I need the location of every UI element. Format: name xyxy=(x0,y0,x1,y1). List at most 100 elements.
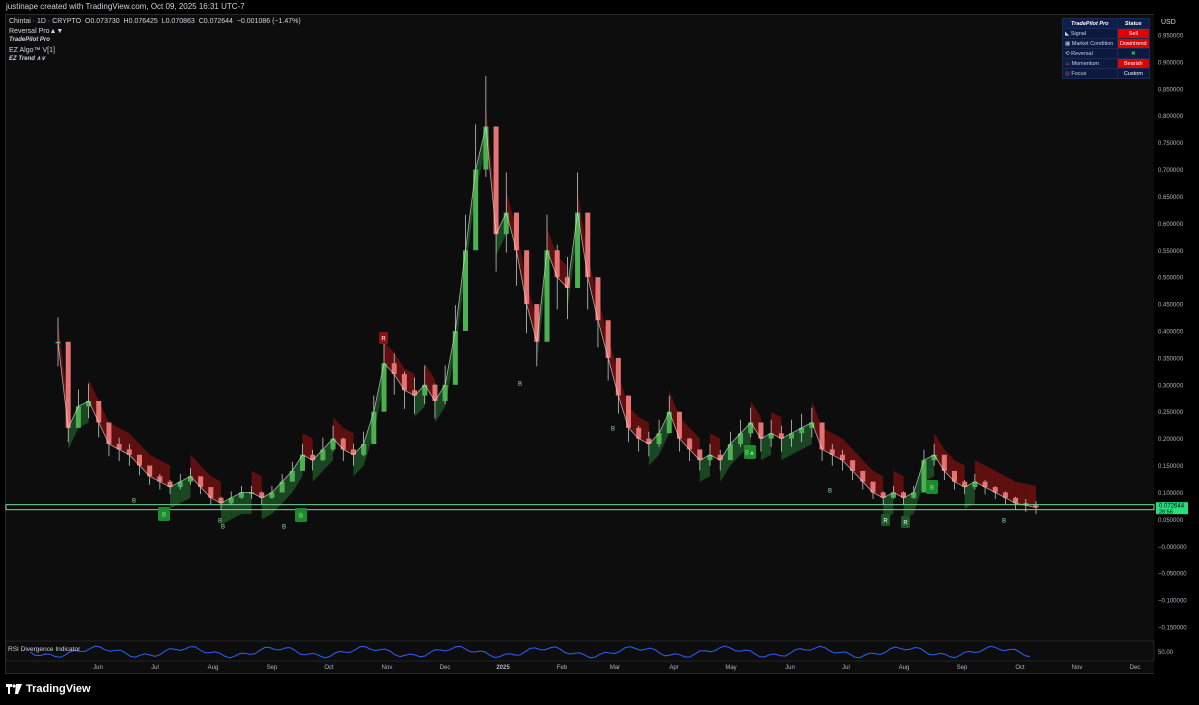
indicator-ez-algo[interactable]: EZ Algo™ V[1] xyxy=(9,46,301,56)
close-value: C0.072644 xyxy=(198,18,233,25)
high-value: H0.076425 xyxy=(123,18,158,25)
y-tick-label: 0.300000 xyxy=(1158,383,1184,389)
status-value: ✖ xyxy=(1116,48,1151,59)
x-tick-label: Dec xyxy=(1130,665,1141,671)
status-value: Custom xyxy=(1116,68,1151,79)
y-tick-label: 0.150000 xyxy=(1158,464,1184,470)
rsi-axis-value: 50.00 xyxy=(1158,650,1174,656)
x-tick-label: Sep xyxy=(957,665,968,671)
tradingview-logo-icon xyxy=(6,684,22,694)
status-value: Downtrend xyxy=(1116,38,1151,49)
y-tick-label: −0.000000 xyxy=(1158,545,1187,551)
open-value: O0.073730 xyxy=(85,18,120,25)
y-tick-label: 0.950000 xyxy=(1158,34,1184,40)
status-value: Sell xyxy=(1116,28,1151,39)
status-row-signal: ◣ Signal Sell xyxy=(1062,28,1151,39)
tradepilot-status-table: TradePilot Pro Status ◣ Signal Sell ▦ Ma… xyxy=(1062,18,1151,79)
x-tick-label: Jun xyxy=(93,665,103,671)
buy-marker-label: B xyxy=(221,525,225,531)
y-tick-label: 0.400000 xyxy=(1158,330,1184,336)
buy-marker-label: B xyxy=(828,489,832,495)
y-tick-label: 0.350000 xyxy=(1158,356,1184,362)
y-tick-label: 0.550000 xyxy=(1158,249,1184,255)
fire-icon: ♨ xyxy=(1065,60,1070,67)
x-tick-label: Oct xyxy=(1015,665,1025,671)
symbol-line: Chintai · 1D · CRYPTO xyxy=(9,18,82,25)
y-tick-label: −0.150000 xyxy=(1158,626,1187,632)
x-tick-label: Nov xyxy=(1072,665,1083,671)
x-tick-label: Oct xyxy=(324,665,334,671)
x-tick-label: Jul xyxy=(151,665,159,671)
buy-marker-label: B xyxy=(282,525,286,531)
status-label: Reversal xyxy=(1071,50,1093,57)
buy-marker-label: B xyxy=(1002,519,1006,525)
status-label: Market Condition xyxy=(1071,40,1114,47)
y-tick-label: 0.600000 xyxy=(1158,222,1184,228)
x-tick-label: Jul xyxy=(842,665,850,671)
y-tick-label: 0.200000 xyxy=(1158,437,1184,443)
buy-marker-label: B xyxy=(930,486,934,492)
indicator-ez-trend[interactable]: EZ Trend ∧∨ xyxy=(9,55,301,65)
y-tick-label: 0.850000 xyxy=(1158,87,1184,93)
x-tick-label: Sep xyxy=(267,665,278,671)
countdown-value: 28:56 xyxy=(1159,510,1173,516)
y-tick-label: 0.500000 xyxy=(1158,276,1184,282)
buy-marker-label: B xyxy=(162,513,166,519)
status-label: Momentum xyxy=(1071,60,1099,67)
status-row-reversal: ⟲ Reversal ✖ xyxy=(1062,48,1151,59)
status-label: Signal xyxy=(1070,30,1087,37)
y-tick-label: 0.900000 xyxy=(1158,60,1184,66)
buy-marker-label: B xyxy=(132,499,136,505)
x-tick-label: Mar xyxy=(610,665,620,671)
low-value: L0.070863 xyxy=(161,18,195,25)
x-tick-label: Jun xyxy=(785,665,795,671)
reversal-marker-label: R xyxy=(381,337,386,343)
x-tick-label: Apr xyxy=(669,665,678,671)
currency-label: USD xyxy=(1161,19,1176,26)
reversal-marker-label: R xyxy=(903,521,908,527)
indicator-reversal-pro[interactable]: Reversal Pro▲▼ xyxy=(9,27,301,37)
y-tick-label: −0.100000 xyxy=(1158,599,1187,605)
tradingview-brand: TradingView xyxy=(26,683,91,695)
y-tick-label: −0.050000 xyxy=(1158,572,1187,578)
last-price-band xyxy=(5,504,1155,511)
signal-icon: ◣ xyxy=(1065,30,1070,37)
x-tick-label: Dec xyxy=(440,665,451,671)
y-tick-label: 0.450000 xyxy=(1158,303,1184,309)
status-label: Focus xyxy=(1071,70,1087,77)
status-row-focus: ◎ Focus Custom xyxy=(1062,68,1151,79)
status-row-market-condition: ▦ Market Condition Downtrend xyxy=(1062,38,1151,49)
y-tick-label: 0.100000 xyxy=(1158,491,1184,497)
buy-marker-label: B xyxy=(299,514,303,520)
change-value: −0.001086 (−1.47%) xyxy=(236,18,301,25)
status-table-header-name: TradePilot Pro xyxy=(1062,18,1118,29)
y-tick-label: 0.700000 xyxy=(1158,168,1184,174)
y-tick-label: 0.650000 xyxy=(1158,195,1184,201)
x-tick-label: Nov xyxy=(382,665,393,671)
status-row-momentum: ♨ Momentum Bearish xyxy=(1062,58,1151,69)
x-tick-label: May xyxy=(725,665,736,671)
reversal-icon: ⟲ xyxy=(1065,50,1070,57)
status-value: Bearish xyxy=(1116,58,1151,69)
chart-legend: Chintai · 1D · CRYPTO O0.073730 H0.07642… xyxy=(9,17,301,65)
chart-icon: ▦ xyxy=(1065,40,1071,47)
y-tick-label: 0.800000 xyxy=(1158,114,1184,120)
x-tick-label: Aug xyxy=(899,665,910,671)
price-chart[interactable]: USD 0.950000 0.900000 0.850000 0.800000 0.750… xyxy=(0,0,1199,680)
reversal-marker-label: R xyxy=(883,519,888,525)
x-tick-label: Feb xyxy=(557,665,568,671)
rsi-panel-label[interactable]: RSI Divergence Indicator xyxy=(8,646,80,653)
y-tick-label: 0.250000 xyxy=(1158,410,1184,416)
indicator-tradepilot-pro[interactable]: TradePilot Pro xyxy=(9,36,301,46)
target-icon: ◎ xyxy=(1065,70,1070,77)
status-table-header-status: Status xyxy=(1116,18,1151,29)
y-tick-label: 0.050000 xyxy=(1158,518,1184,524)
x-tick-label: 2025 xyxy=(496,665,510,671)
ohlc-line: Chintai · 1D · CRYPTO O0.073730 H0.07642… xyxy=(9,17,301,27)
y-tick-label: 0.750000 xyxy=(1158,141,1184,147)
buy-marker-label: B xyxy=(518,382,522,388)
buy-marker-label: B xyxy=(611,427,615,433)
tradingview-logo: TradingView xyxy=(6,683,91,695)
buy-marker-label: B▲ xyxy=(745,451,755,457)
footer-bar xyxy=(0,680,1199,705)
